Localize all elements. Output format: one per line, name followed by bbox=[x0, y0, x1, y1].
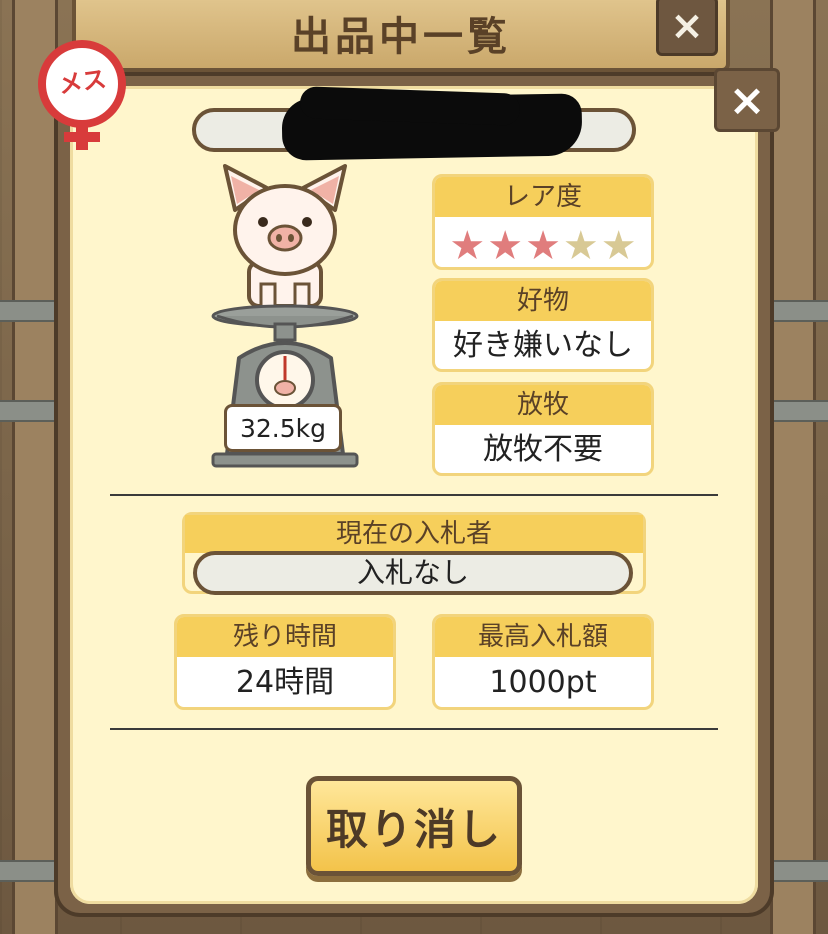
close-icon: × bbox=[670, 3, 704, 49]
highest-bid-label: 最高入札額 bbox=[435, 617, 651, 657]
current-bidder-label: 現在の入札者 bbox=[185, 515, 643, 553]
time-left-label: 残り時間 bbox=[177, 617, 393, 657]
divider bbox=[110, 728, 718, 730]
rarity-label: レア度 bbox=[435, 177, 651, 217]
grazing-label: 放牧 bbox=[435, 385, 651, 425]
weight-readout: 32.5kg bbox=[224, 404, 342, 452]
female-badge: メス bbox=[34, 40, 130, 154]
current-bidder-value: 入札なし bbox=[193, 551, 633, 595]
divider bbox=[110, 494, 718, 496]
rarity-stars: ★ ★ ★ ★ ★ bbox=[435, 217, 651, 269]
cancel-listing-button[interactable]: 取り消し bbox=[306, 776, 522, 876]
current-bidder-card: 現在の入札者 入札なし bbox=[182, 512, 646, 595]
time-left-card: 残り時間 24時間 bbox=[174, 614, 396, 710]
star-icon: ★ bbox=[449, 223, 486, 269]
star-icon: ★ bbox=[562, 223, 599, 269]
star-icon: ★ bbox=[487, 223, 524, 269]
grazing-value: 放牧不要 bbox=[483, 432, 603, 467]
highest-bid-card: 最高入札額 1000pt bbox=[432, 614, 654, 710]
dialog-close-button[interactable]: × bbox=[714, 68, 780, 132]
background-beam-right bbox=[770, 0, 816, 934]
favorite-food-card: 好物 好き嫌いなし bbox=[432, 278, 654, 372]
rarity-card: レア度 ★ ★ ★ ★ ★ bbox=[432, 174, 654, 270]
close-icon: × bbox=[728, 74, 766, 126]
time-left-value: 24時間 bbox=[235, 665, 335, 700]
grazing-card: 放牧 放牧不要 bbox=[432, 382, 654, 476]
star-icon: ★ bbox=[600, 223, 637, 269]
page-title: 出品中一覧 bbox=[291, 14, 511, 60]
favorite-food-label: 好物 bbox=[435, 281, 651, 321]
favorite-food-value: 好き嫌いなし bbox=[453, 328, 633, 363]
highest-bid-value: 1000pt bbox=[489, 665, 597, 700]
header-sign: 出品中一覧 × bbox=[72, 0, 730, 72]
header-close-button[interactable]: × bbox=[656, 0, 718, 56]
star-icon: ★ bbox=[525, 223, 561, 269]
